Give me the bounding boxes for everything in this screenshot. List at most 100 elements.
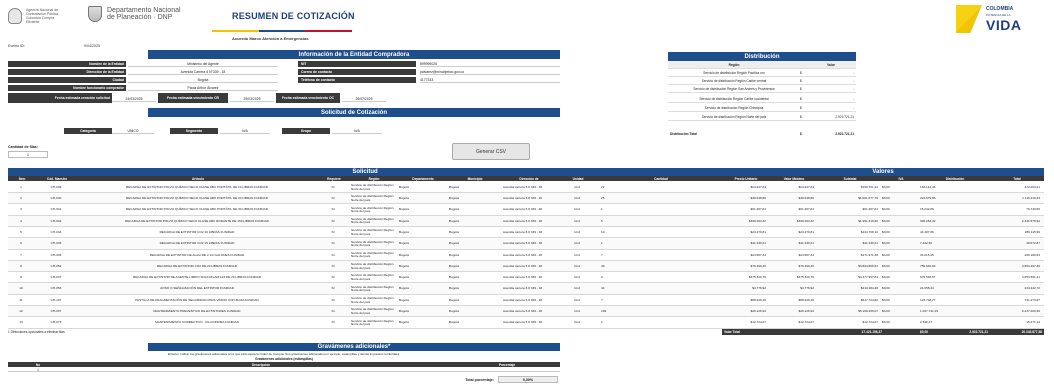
cell-col-articulo: MANTENIMIENTO PREVENTIVO DE EXTINTORES F… [153, 309, 241, 314]
header-col-distribucion: Distribución [920, 176, 990, 181]
cell-col-municipio: Bogotá [449, 184, 459, 189]
cell-col-departamento: Bogotá [399, 252, 409, 257]
cell-col-precio-unitario: $26.126,93 [750, 309, 766, 314]
cotizacion-section-title: Solicitud de Cotización [148, 108, 560, 117]
cell-col-departamento: Bogotá [399, 218, 409, 223]
distribucion-region: Servicio de distribución Región Caribe c… [701, 78, 767, 83]
cell-col-unidad: Und [574, 229, 580, 234]
cell-col-departamento: Bogotá [399, 297, 409, 302]
cell-col-cod: CH-037 [50, 309, 62, 314]
header-col-unidad: Unidad [556, 176, 600, 181]
agency-logo-text: Agencia Nacional de Contratación Pública… [26, 8, 59, 24]
header-col-item: Ítem [8, 176, 36, 181]
cell-col-distribucion: 759.640,82 [920, 263, 936, 268]
cell-col-articulo: RECARGA DE EXTINTOR DE AGUA DE 2 1/2 GAL… [149, 252, 245, 257]
cell-col-precio-unitario: $24.947,64 [750, 184, 766, 189]
cell-col-subtotal: $41.230,31 [862, 241, 878, 246]
cell-col-valor-maximo: $24.567,34 [798, 252, 814, 257]
cell-col-articulo: RECARGA DE EXTINTOR POLVO QUÍMICO SECO C… [126, 207, 268, 212]
currency-sign: $ [800, 105, 802, 110]
cell-col-item: 11 [19, 297, 23, 302]
header-col-total: Total [990, 176, 1044, 181]
entidad-buyer-value: Paola Arthur Álvarez [128, 85, 278, 91]
cell-col-unidad: Und [574, 309, 580, 314]
distribucion-value: - [852, 78, 854, 83]
cell-col-item: 8 [20, 263, 22, 268]
gravamenes-row[interactable]: 1 [8, 367, 560, 372]
cell-col-cod: CH-046 [50, 252, 62, 257]
cell-col-cod: CH-045 [50, 241, 62, 246]
cell-col-cod: CH-107 [50, 297, 62, 302]
cell-col-total: 6.237.000,36 [1021, 309, 1040, 314]
cell-col-region: Servicio de distribución Región Norte de… [351, 296, 394, 304]
cell-col-region: Servicio de distribución Región Norte de… [351, 273, 394, 281]
table-row: 13 CH-073 MANTENIMIENTO CORRECTIVO - CILCO… [8, 318, 1044, 329]
page-title: RESUMEN DE COTIZACIÓN [232, 11, 355, 21]
cell-col-direccion: Avenida carrera 6 # 339 - 18 [503, 309, 543, 314]
cell-col-region: Servicio de distribución Región Norte de… [351, 183, 394, 191]
cell-col-cod: CH-039 [50, 184, 62, 189]
distribucion-region: Servicio de distribución Región San Andr… [693, 86, 775, 91]
cell-col-subtotal: $171.971,38 [860, 252, 878, 257]
cell-col-municipio: Bogotá [449, 275, 459, 280]
table-row: 6 CH-045 RECARGA DE EXTINTOR CO2 15 LIBRAS… [8, 238, 1044, 250]
cell-col-articulo: RECARGA DE EXTINTOR DE AGENTE LIMPIO SOL… [132, 275, 262, 280]
cell-col-precio-unitario: $40.048,86 [750, 196, 766, 201]
totals-iva: $0,00 [920, 330, 928, 334]
dnp-text-line-1: Departamento Nacional [107, 7, 181, 14]
cantidad-filas-input[interactable]: 1 [8, 151, 48, 158]
totals-subtotal: 17.421.156,37 [861, 330, 882, 334]
distribucion-value: - [852, 105, 854, 110]
table-row: 1 CH-039 RECARGA DE EXTINTOR POLVO QUÍMICO… [8, 182, 1044, 193]
cell-col-departamento: Bogotá [399, 229, 409, 234]
cell-col-item: 12 [19, 309, 23, 314]
cell-col-municipio: Bogotá [449, 218, 459, 223]
cell-col-item: 6 [20, 241, 22, 246]
cell-col-subtotal: $210.184,48 [860, 286, 878, 291]
cell-col-cod: CH-053 [50, 286, 62, 291]
cell-col-subtotal: $1.001.677,79 [858, 196, 878, 201]
distribucion-total-label: Distribución Total [670, 132, 697, 136]
cell-col-region: Servicio de distribución Región Norte de… [351, 205, 394, 214]
distribucion-row: Servicio de distribución Región Caribe o… [668, 95, 856, 103]
cell-col-cantidad: 7 [601, 252, 603, 257]
cell-col-valor-maximo: $390.263,32 [796, 218, 814, 223]
cell-col-item: 4 [20, 218, 22, 223]
distribucion-row: Servicio de distribución Región Caribe c… [668, 77, 856, 85]
distribucion-region: Servicio de distribución Región Pacífica… [703, 70, 765, 75]
cell-col-departamento: Bogotá [399, 275, 409, 280]
cell-col-subtotal: $1.951.316,60 [858, 218, 878, 223]
distribucion-col-region: Región [728, 62, 740, 67]
generate-csv-button[interactable]: Generar CSV [452, 143, 530, 160]
distribucion-region: Servicio de distribución Región Norte de… [701, 114, 767, 119]
cell-col-articulo: RECARGA DE EXTINTOR CO2 DE 20 LIBRAS FUN… [157, 263, 237, 268]
header-col-municipio: Municipio [448, 176, 502, 181]
grupo-value: N/A [332, 128, 382, 134]
distribucion-value: - [852, 86, 854, 91]
cell-col-unidad: Und [574, 184, 580, 189]
cell-col-unidad: Und [574, 320, 580, 325]
currency-sign: $ [800, 96, 802, 101]
entidad-city-value: Bogotá [128, 77, 278, 83]
table-row: 2 CH-040 RECARGA DE EXTINTOR POLVO QUÍMICO… [8, 193, 1044, 205]
entidad-name-value: Ministerio del Agente [128, 61, 278, 67]
distribucion-section-title: Distribución [668, 52, 856, 61]
date-oc-label: Fecha estimada vencimiento OC [276, 93, 340, 103]
cell-col-cod: CH-052 [50, 263, 62, 268]
cell-col-iva: $0,00 [882, 286, 890, 291]
cell-col-distribucion: 390.263,32 [920, 218, 936, 223]
distribucion-region: Servicio de distribución Región Caribe o… [699, 96, 769, 101]
header-col-requiere: Requiere [318, 176, 350, 181]
cell-col-distribucion: 34.215,25 [920, 252, 934, 257]
cantidad-filas-label: Cantidad de filas: [8, 145, 38, 149]
cell-col-iva: $0,00 [882, 297, 890, 302]
cell-col-cantidad: 5 [601, 218, 603, 223]
cell-col-cod: CH-042 [50, 218, 62, 223]
cell-col-unidad: Und [574, 275, 580, 280]
grupo-label: Grupo [282, 128, 330, 134]
cell-col-unidad: Und [574, 252, 580, 257]
cell-col-distribucion: 1.037.741,29 [920, 309, 939, 314]
cell-col-item: 9 [20, 275, 22, 280]
gravamenes-col-pct: Porcentaje [498, 362, 516, 367]
cell-col-articulo: MANTENIMIENTO CORRECTIVO - CILCOFIRMA FU… [155, 320, 239, 325]
